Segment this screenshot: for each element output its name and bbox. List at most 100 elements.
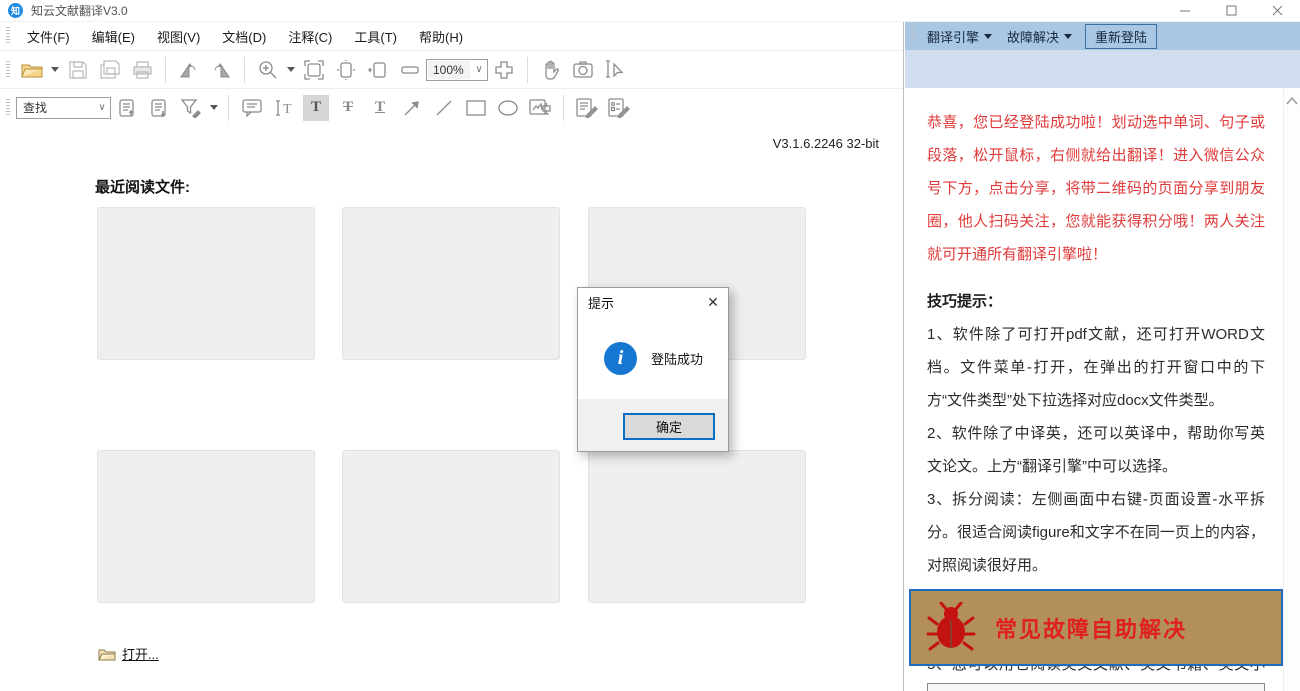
close-button[interactable] bbox=[1254, 0, 1300, 22]
stamp-icon[interactable] bbox=[527, 95, 553, 121]
recent-file-placeholder[interactable] bbox=[588, 450, 806, 603]
underline-icon[interactable]: T bbox=[367, 95, 393, 121]
info-icon: i bbox=[604, 342, 637, 375]
translation-panel: 翻译引擎 故障解决 重新登陆 恭喜，您已经登陆成功啦！划动选中单词、句子或段落，… bbox=[905, 22, 1300, 691]
print-icon[interactable] bbox=[129, 57, 155, 83]
window-title: 知云文献翻译V3.0 bbox=[31, 4, 128, 18]
ellipse-icon[interactable] bbox=[495, 95, 521, 121]
dialog-message: 登陆成功 bbox=[651, 352, 704, 367]
chevron-down-icon bbox=[984, 33, 993, 39]
common-fault-label: 常见故障自助解决 bbox=[995, 616, 1188, 642]
zoom-dropdown-caret[interactable] bbox=[287, 67, 295, 72]
prev-result-icon[interactable] bbox=[114, 95, 140, 121]
title-bar: 知 知云文献翻译V3.0 bbox=[0, 0, 1300, 22]
filter-dropdown-caret[interactable] bbox=[210, 105, 218, 110]
rotate-right-icon[interactable] bbox=[208, 57, 234, 83]
select-tool-icon[interactable] bbox=[602, 57, 628, 83]
open-file-link[interactable]: 打开... bbox=[98, 644, 159, 663]
toolbar-separator bbox=[563, 94, 564, 121]
zoom-out-icon[interactable] bbox=[397, 57, 423, 83]
zoom-level-combobox[interactable]: 100% ∨ bbox=[426, 58, 488, 81]
troubleshoot-dropdown[interactable]: 故障解决 bbox=[1001, 24, 1081, 49]
recent-files-page: V3.1.6.2246 32-bit 最近阅读文件: 打开... bbox=[0, 126, 903, 691]
menu-document[interactable]: 文档(D) bbox=[211, 24, 277, 49]
save-icon[interactable] bbox=[65, 57, 91, 83]
menu-annotation[interactable]: 注释(C) bbox=[277, 24, 343, 49]
rotate-left-icon[interactable] bbox=[176, 57, 202, 83]
toolbar-separator bbox=[165, 56, 166, 83]
dialog-titlebar[interactable]: 提示 ✕ bbox=[578, 288, 728, 316]
login-success-dialog: 提示 ✕ i 登陆成功 确定 bbox=[577, 287, 729, 452]
snapshot-icon[interactable] bbox=[570, 57, 596, 83]
ok-button[interactable]: 确定 bbox=[623, 413, 715, 440]
folder-icon bbox=[98, 649, 116, 660]
rectangle-icon[interactable] bbox=[463, 95, 489, 121]
line-icon[interactable] bbox=[431, 95, 457, 121]
chevron-down-icon bbox=[1064, 33, 1073, 39]
menu-file[interactable]: 文件(F) bbox=[16, 24, 81, 49]
app-logo-icon: 知 bbox=[8, 3, 23, 18]
dialog-close-icon[interactable]: ✕ bbox=[698, 289, 728, 315]
fit-visible-icon[interactable] bbox=[301, 57, 327, 83]
next-result-icon[interactable] bbox=[146, 95, 172, 121]
open-folder-icon[interactable] bbox=[19, 57, 45, 83]
recent-file-placeholder[interactable] bbox=[342, 207, 560, 360]
menu-edit[interactable]: 编辑(E) bbox=[81, 24, 146, 49]
minimize-button[interactable] bbox=[1162, 0, 1208, 22]
find-combobox[interactable]: 查找 ∨ bbox=[16, 96, 111, 119]
zoom-in-icon[interactable] bbox=[491, 57, 517, 83]
tips-heading: 技巧提示： bbox=[927, 293, 1003, 310]
hand-tool-icon[interactable] bbox=[538, 57, 564, 83]
toolbar-separator bbox=[228, 94, 229, 121]
menu-tools[interactable]: 工具(T) bbox=[343, 24, 408, 49]
dialog-body: i 登陆成功 bbox=[578, 316, 728, 401]
welcome-message: 恭喜，您已经登陆成功啦！划动选中单词、句子或段落，松开鼠标，右侧就给出翻译！进入… bbox=[927, 114, 1265, 263]
scroll-up-icon[interactable] bbox=[1286, 96, 1298, 106]
edit-note-icon[interactable] bbox=[574, 95, 600, 121]
main-window-region: 文件(F) 编辑(E) 视图(V) 文档(D) 注释(C) 工具(T) 帮助(H… bbox=[0, 22, 904, 691]
translate-engine-dropdown[interactable]: 翻译引擎 bbox=[921, 24, 1001, 49]
dialog-title: 提示 bbox=[588, 295, 615, 311]
tip-item: 3、拆分阅读：左侧画面中右键-页面设置-水平拆分。很适合阅读figure和文字不… bbox=[927, 491, 1265, 574]
relogin-button[interactable]: 重新登陆 bbox=[1085, 23, 1158, 49]
toolbar-gripper bbox=[6, 98, 10, 117]
tip-item: 1、软件除了可打开pdf文献，还可打开WORD文档。文件菜单-打开，在弹出的打开… bbox=[927, 326, 1265, 409]
menu-view[interactable]: 视图(V) bbox=[146, 24, 211, 49]
common-fault-button[interactable]: 常见故障自助解决 bbox=[909, 589, 1283, 666]
dialog-footer: 确定 bbox=[578, 399, 728, 451]
insert-text-icon[interactable]: T bbox=[271, 95, 297, 121]
engine-toolbar: 翻译引擎 故障解决 重新登陆 bbox=[905, 22, 1300, 50]
fit-width-icon[interactable] bbox=[365, 57, 391, 83]
chevron-down-icon[interactable]: ∨ bbox=[471, 64, 487, 75]
toolbar-main: 100% ∨ bbox=[0, 50, 903, 88]
version-label: V3.1.6.2246 32-bit bbox=[772, 136, 879, 151]
recent-file-placeholder[interactable] bbox=[342, 450, 560, 603]
recent-file-placeholder[interactable] bbox=[97, 207, 315, 360]
fit-page-icon[interactable] bbox=[333, 57, 359, 83]
chevron-down-icon[interactable]: ∨ bbox=[94, 102, 110, 113]
highlight-icon[interactable]: T bbox=[303, 94, 329, 121]
toolbar-annotation: 查找 ∨ T T T T bbox=[0, 88, 903, 126]
partial-bottom-box bbox=[927, 683, 1265, 691]
troubleshoot-label: 故障解决 bbox=[1007, 29, 1060, 45]
find-value: 查找 bbox=[18, 98, 93, 117]
menu-help[interactable]: 帮助(H) bbox=[408, 24, 474, 49]
zoom-level-value: 100% bbox=[428, 60, 470, 79]
tip-item: 2、软件除了中译英，还可以英译中，帮助你写英文论文。上方“翻译引擎”中可以选择。 bbox=[927, 425, 1265, 475]
toolbar-gripper bbox=[911, 27, 915, 45]
open-dropdown-caret[interactable] bbox=[51, 67, 59, 72]
comment-icon[interactable] bbox=[239, 95, 265, 121]
recent-file-placeholder[interactable] bbox=[97, 450, 315, 603]
zoom-tool-icon[interactable] bbox=[255, 57, 281, 83]
translate-engine-label: 翻译引擎 bbox=[927, 29, 980, 45]
strikeout-icon[interactable]: T bbox=[335, 95, 361, 121]
edit-form-icon[interactable] bbox=[606, 95, 632, 121]
arrow-icon[interactable] bbox=[399, 95, 425, 121]
recent-files-heading: 最近阅读文件: bbox=[95, 179, 190, 196]
toolbar-separator bbox=[244, 56, 245, 83]
annotation-filter-icon[interactable] bbox=[178, 95, 204, 121]
maximize-button[interactable] bbox=[1208, 0, 1254, 22]
save-all-icon[interactable] bbox=[97, 57, 123, 83]
panel-header-strip bbox=[905, 50, 1300, 88]
panel-scrollbar[interactable] bbox=[1283, 88, 1300, 691]
